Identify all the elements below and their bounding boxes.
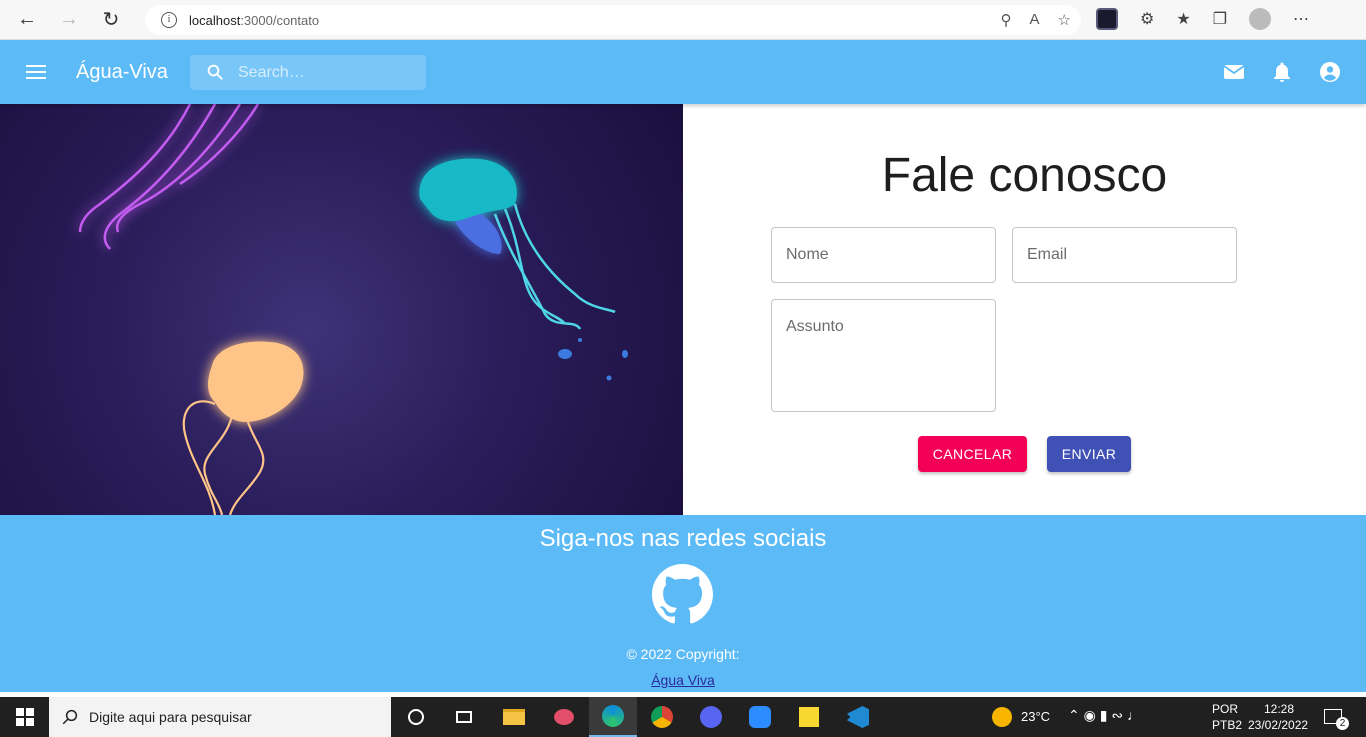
- copyright-text: © 2022 Copyright:: [626, 646, 740, 662]
- extensions-puzzle-icon[interactable]: ⚙: [1140, 9, 1154, 29]
- tray-icons[interactable]: ⌃ ◉ ▮ ∾ ♩: [1068, 707, 1141, 724]
- github-icon[interactable]: [652, 564, 713, 625]
- address-bar[interactable]: i localhost:3000/contato ⚲ A ☆: [145, 5, 1081, 35]
- account-icon[interactable]: [1318, 60, 1342, 84]
- contact-form: Fale conosco CANCELAR ENVIAR: [683, 104, 1366, 515]
- file-explorer-icon[interactable]: [490, 697, 538, 737]
- key-icon[interactable]: ⚲: [1001, 11, 1012, 29]
- sticky-notes-icon[interactable]: [785, 697, 833, 737]
- discord-icon[interactable]: [687, 697, 735, 737]
- collections-icon[interactable]: ❐: [1213, 9, 1227, 29]
- favorite-add-icon[interactable]: ☆: [1058, 11, 1071, 29]
- page-title: Fale conosco: [881, 149, 1168, 202]
- bell-icon[interactable]: [1270, 60, 1294, 84]
- cortana-icon[interactable]: [392, 697, 440, 737]
- cancel-button[interactable]: CANCELAR: [918, 436, 1027, 472]
- task-view-icon[interactable]: [440, 697, 488, 737]
- back-icon[interactable]: ←: [12, 5, 42, 35]
- taskbar: Digite aqui para pesquisar 23°C ⌃ ◉ ▮ ∾ …: [0, 697, 1366, 737]
- app-bar: Água-Viva: [0, 40, 1366, 104]
- browser-toolbar: ← → ↻ i localhost:3000/contato ⚲ A ☆ ⚙ ★…: [0, 0, 1366, 40]
- clock-date[interactable]: 23/02/2022: [1248, 718, 1308, 732]
- weather-temp: 23°C: [1021, 709, 1051, 724]
- reload-icon[interactable]: ↻: [96, 5, 126, 35]
- subject-field[interactable]: [771, 299, 996, 412]
- name-field[interactable]: [771, 227, 996, 283]
- hero-jellyfish-image: [0, 104, 683, 515]
- vscode-icon[interactable]: [834, 697, 882, 737]
- notification-count: 2: [1336, 717, 1349, 730]
- send-button[interactable]: ENVIAR: [1047, 436, 1131, 472]
- chrome-icon[interactable]: [638, 697, 686, 737]
- menu-icon[interactable]: [26, 65, 46, 79]
- search-icon: [62, 709, 78, 725]
- read-aloud-icon[interactable]: A: [1030, 11, 1040, 29]
- search-icon: [207, 64, 223, 80]
- email-field[interactable]: [1012, 227, 1237, 283]
- edge-icon[interactable]: [589, 697, 637, 737]
- footer-link[interactable]: Água Viva: [651, 672, 715, 688]
- paint-icon[interactable]: [540, 697, 588, 737]
- windows-start-icon[interactable]: [16, 708, 34, 726]
- url-text: localhost:3000/contato: [189, 12, 320, 28]
- zoom-icon[interactable]: [736, 697, 784, 737]
- footer-title: Siga-nos nas redes sociais: [539, 525, 827, 552]
- taskbar-search-text: Digite aqui para pesquisar: [89, 709, 252, 725]
- favorites-icon[interactable]: ★: [1176, 9, 1190, 29]
- mail-icon[interactable]: [1222, 60, 1246, 84]
- weather-icon[interactable]: [992, 707, 1012, 727]
- taskbar-search[interactable]: Digite aqui para pesquisar: [49, 697, 391, 737]
- search-input[interactable]: [238, 55, 418, 90]
- keyboard-layout[interactable]: PTB2: [1212, 718, 1242, 732]
- footer: Siga-nos nas redes sociais © 2022 Copyri…: [0, 515, 1366, 692]
- profile-icon[interactable]: [1249, 8, 1272, 30]
- clock-time[interactable]: 12:28: [1264, 702, 1294, 716]
- forward-icon[interactable]: →: [54, 5, 84, 35]
- extension-icon[interactable]: [1096, 8, 1118, 30]
- site-info-icon[interactable]: i: [161, 12, 177, 28]
- search-box[interactable]: [190, 55, 426, 90]
- more-icon[interactable]: ⋯: [1293, 9, 1309, 29]
- language-code[interactable]: POR: [1212, 702, 1238, 716]
- app-title: Água-Viva: [76, 61, 168, 83]
